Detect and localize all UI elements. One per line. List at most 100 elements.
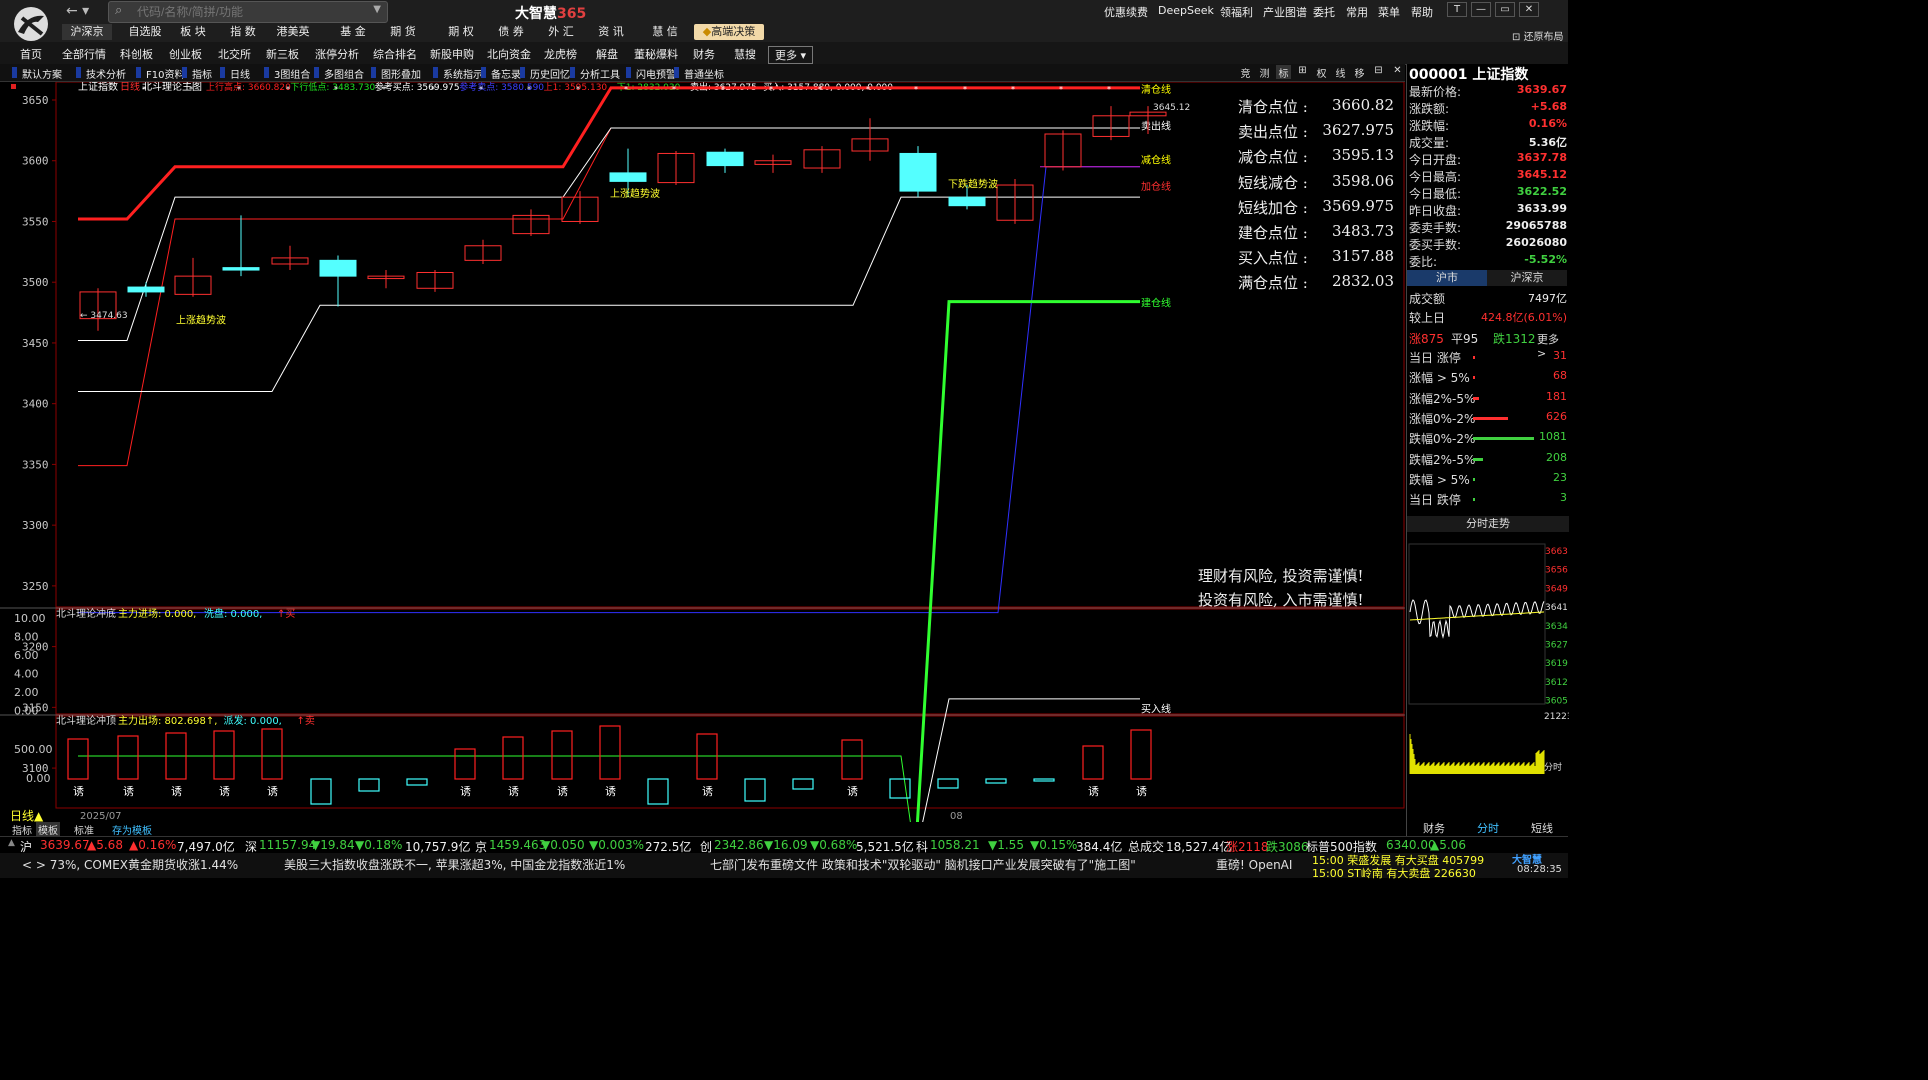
nav-item[interactable]: 基 金: [328, 24, 378, 40]
window-button[interactable]: —: [1471, 2, 1491, 17]
window-button[interactable]: ▭: [1495, 2, 1515, 17]
search-box[interactable]: ⌕ ▼: [108, 1, 388, 23]
menu-item[interactable]: 综合排名: [373, 46, 417, 62]
top-link[interactable]: 委托: [1313, 4, 1335, 20]
toolbar-icon[interactable]: 线: [1333, 65, 1348, 80]
panel-bottom-tab[interactable]: 分时: [1461, 820, 1515, 836]
menu-item[interactable]: 解盘: [596, 46, 618, 62]
news-ticker-item[interactable]: 七部门发布重磅文件 政策和技术"双轮驱动" 脑机接口产业发展突破有了"施工图": [710, 856, 1136, 873]
toolbar-icon[interactable]: ⊟: [1371, 65, 1386, 79]
top-link[interactable]: 常用: [1346, 4, 1368, 20]
nav-item[interactable]: 板 块: [168, 24, 218, 40]
template-tab[interactable]: 存为模板: [110, 822, 154, 837]
toolbar-icon[interactable]: 移: [1352, 65, 1367, 80]
template-tab[interactable]: 指标: [10, 822, 34, 837]
toolbar-item[interactable]: 系统指示: [443, 66, 483, 81]
main-chart[interactable]: 3650360035503500345034003350330032503200…: [0, 82, 1405, 822]
sub2-panel-frame: [55, 715, 1405, 809]
toolbar-icon[interactable]: 测: [1257, 65, 1272, 80]
top-link[interactable]: 菜单: [1378, 4, 1400, 20]
menu-item[interactable]: 北向资金: [487, 46, 531, 62]
toolbar-icon[interactable]: 竞: [1238, 65, 1253, 80]
menu-item[interactable]: 全部行情: [62, 46, 106, 62]
distribution-bar: [1473, 356, 1475, 359]
back-icon[interactable]: ← ▾: [66, 3, 89, 19]
flat-count: 平95: [1451, 332, 1479, 346]
toolbar-item[interactable]: 分析工具: [580, 66, 620, 81]
nav-item[interactable]: 慧 信: [640, 24, 690, 40]
template-tab[interactable]: 标准: [72, 822, 96, 837]
toolbar-item[interactable]: 图形叠加: [381, 66, 421, 81]
toolbar-item[interactable]: 默认方案: [22, 66, 62, 81]
legend-entry: 参考买点: 3569.975: [375, 82, 460, 93]
toolbar-item[interactable]: 技术分析: [86, 66, 126, 81]
nav-item[interactable]: 期 权: [436, 24, 486, 40]
index-price: 1459.463: [489, 838, 547, 852]
panel-bottom-tab[interactable]: 财务: [1407, 820, 1461, 836]
candle-body: [222, 267, 260, 271]
high-end-decision-button[interactable]: ◆高端决策: [694, 24, 764, 40]
toolbar-item[interactable]: 3图组合: [274, 66, 310, 81]
intraday-title[interactable]: 分时走势: [1407, 516, 1569, 532]
menu-item[interactable]: 首页: [20, 46, 42, 62]
top-link[interactable]: DeepSeek: [1158, 4, 1214, 17]
toolbar-item[interactable]: 普通坐标: [684, 66, 724, 81]
menu-item[interactable]: 董秘爆料: [634, 46, 678, 62]
menu-item[interactable]: 北交所: [218, 46, 251, 62]
toolbar-item[interactable]: 历史回忆: [530, 66, 570, 81]
turnover-value: 7497亿: [1528, 292, 1567, 305]
top-link[interactable]: 优惠续费: [1104, 4, 1148, 20]
nav-item[interactable]: 港美英: [268, 24, 318, 40]
toolbar-item[interactable]: F10资料: [146, 66, 184, 81]
intraday-chart[interactable]: 3663 3656 3649 3641 3634 3627 3619 3612 3605 2122…: [1407, 534, 1569, 804]
quote-value: +5.68: [1530, 100, 1567, 113]
window-button[interactable]: ✕: [1519, 2, 1539, 17]
toolbar-icon[interactable]: ✕: [1390, 65, 1405, 79]
nav-item[interactable]: 资 讯: [586, 24, 636, 40]
trade-alert[interactable]: 15:00 ST岭南 有大卖盘 226630: [1312, 865, 1476, 881]
top-link[interactable]: 帮助: [1411, 4, 1433, 20]
news-ticker-item[interactable]: < > 73%, COMEX黄金期货收涨1.44%: [22, 856, 238, 873]
nav-item[interactable]: 指 数: [218, 24, 268, 40]
toolbar-item[interactable]: 闪电预警: [636, 66, 676, 81]
more-menu-button[interactable]: 更多 ▾: [768, 46, 814, 64]
search-input[interactable]: [135, 4, 369, 20]
high-price-label: 3645.12: [1153, 103, 1190, 113]
toolbar-icon[interactable]: 标: [1276, 65, 1291, 80]
menu-item[interactable]: 新股申购: [430, 46, 474, 62]
top-link[interactable]: 领福利: [1220, 4, 1253, 20]
quote-key: 涨跌幅:: [1409, 119, 1450, 133]
nav-item[interactable]: 外 汇: [536, 24, 586, 40]
nav-item[interactable]: 自选股: [120, 24, 170, 40]
menu-item[interactable]: 新三板: [266, 46, 299, 62]
menu-item[interactable]: 慧搜: [734, 46, 756, 62]
window-button[interactable]: T: [1447, 2, 1467, 17]
nav-item[interactable]: 期 货: [378, 24, 428, 40]
toolbar-icon[interactable]: ⊞: [1295, 65, 1310, 79]
nav-item[interactable]: 债 券: [486, 24, 536, 40]
toolbar-item[interactable]: 多图组合: [324, 66, 364, 81]
nav-item[interactable]: 沪深京: [62, 24, 112, 40]
menu-item[interactable]: 涨停分析: [315, 46, 359, 62]
market-tab[interactable]: 沪深京: [1487, 270, 1567, 286]
news-ticker-item[interactable]: 重磅! OpenAI: [1216, 856, 1292, 873]
sub2-bar: [985, 778, 1007, 784]
menu-item[interactable]: 财务: [693, 46, 715, 62]
menu-item[interactable]: 龙虎榜: [544, 46, 577, 62]
template-tab[interactable]: 模板: [36, 822, 60, 837]
news-ticker-item[interactable]: 美股三大指数收盘涨跌不一, 苹果涨超3%, 中国金龙指数涨近1%: [284, 856, 625, 873]
scroll-left-icon[interactable]: ▲: [8, 838, 15, 848]
toolbar-item[interactable]: 备忘录: [491, 66, 521, 81]
toolbar-icon[interactable]: 权: [1314, 65, 1329, 80]
chevron-down-icon[interactable]: ▼: [373, 4, 381, 15]
menu-item[interactable]: 科创板: [120, 46, 153, 62]
menu-item[interactable]: 创业板: [169, 46, 202, 62]
toolbar-item[interactable]: 指标: [192, 66, 212, 81]
toolbar-item[interactable]: 日线: [230, 66, 250, 81]
panel-bottom-tab[interactable]: 短线: [1515, 820, 1569, 836]
restore-layout-button[interactable]: ⊡ 还原布局: [1512, 28, 1564, 43]
level-label: 买入点位 :: [1238, 249, 1308, 268]
sub1-y-tick: 4.00: [14, 668, 39, 681]
market-tab[interactable]: 沪市: [1407, 270, 1487, 286]
top-link[interactable]: 产业图谱: [1263, 4, 1307, 20]
